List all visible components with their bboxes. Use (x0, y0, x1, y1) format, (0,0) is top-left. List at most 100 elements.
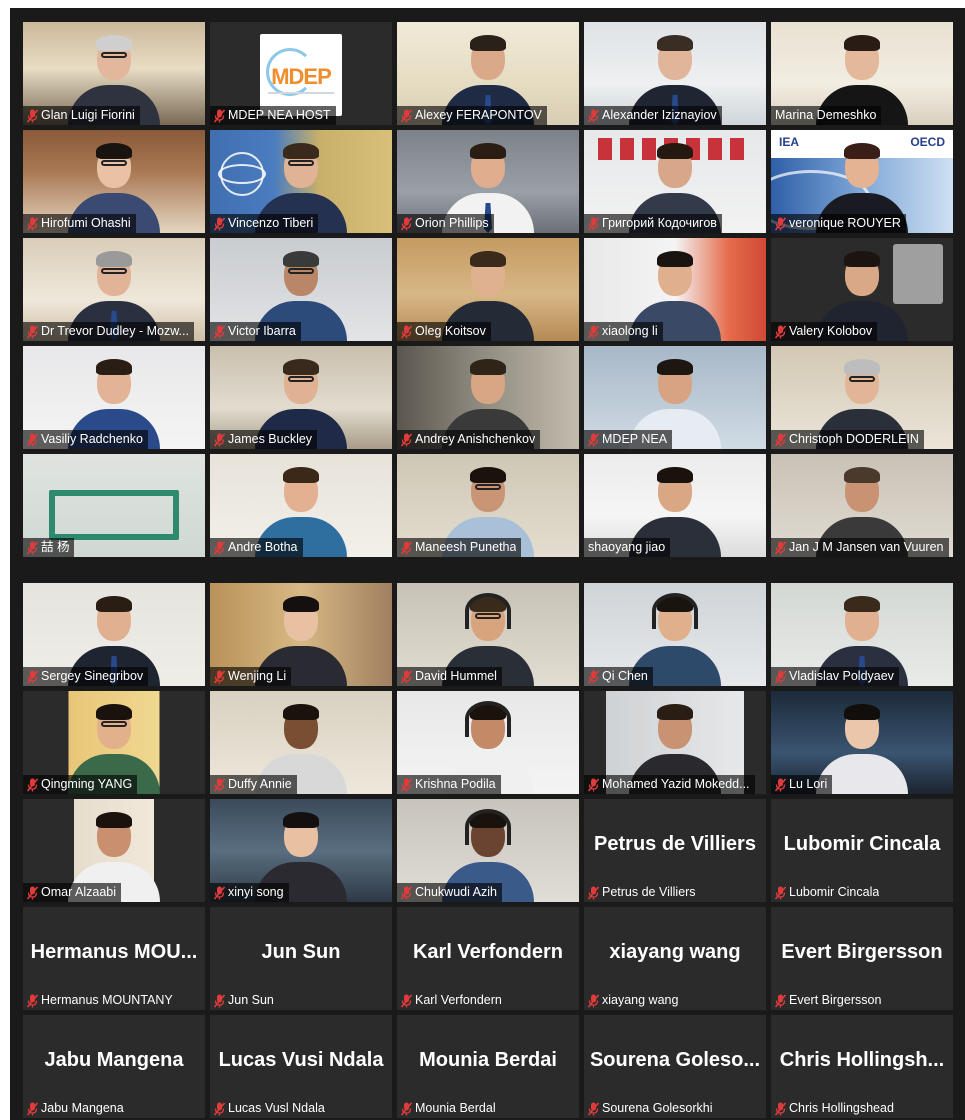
participant-tile-xinyi-song[interactable]: xinyi song (210, 799, 392, 902)
participant-tile-sergey-sinegribov[interactable]: Sergey Sinegribov (23, 583, 205, 686)
participant-tile-sourena-golesorkhi[interactable]: Sourena Goleso... Sourena Golesorkhi (584, 1015, 766, 1118)
participant-tile-mdep-nea-host[interactable]: MDEP MDEP NEA HOST (210, 22, 392, 125)
microphone-muted-icon (213, 777, 226, 792)
microphone-muted-icon (774, 777, 787, 792)
participant-tile-shaoyang-jiao[interactable]: shaoyang jiao (584, 454, 766, 557)
participant-tile-duffy-annie[interactable]: Duffy Annie (210, 691, 392, 794)
participant-display-name: Mounia Berdai (419, 1049, 557, 1071)
participant-tile-xiayang-wang[interactable]: xiayang wang xiayang wang (584, 907, 766, 1010)
participant-name-label: Hermanus MOUNTANY (23, 991, 178, 1010)
participant-tile-marina-demeshko[interactable]: Marina Demeshko (771, 22, 953, 125)
participant-name-label: Glan Luigi Fiorini (23, 106, 140, 125)
participant-display-name: Chris Hollingsh... (779, 1049, 945, 1071)
participant-name: Mohamed Yazid Mokedd... (602, 777, 750, 791)
participant-name-label: shaoyang jiao (584, 538, 671, 557)
participant-tile-andrey-anishchenkov[interactable]: Andrey Anishchenkov (397, 346, 579, 449)
headset (465, 809, 511, 846)
participant-tile-lucas-vusl-ndala[interactable]: Lucas Vusi Ndala Lucas Vusl Ndala (210, 1015, 392, 1118)
participant-tile-petrus-de-villiers[interactable]: Petrus de Villiers Petrus de Villiers (584, 799, 766, 902)
participant-tile-david-hummel[interactable]: David Hummel (397, 583, 579, 686)
participant-name-label: xiayang wang (584, 991, 683, 1010)
participant-name: Krishna Podila (415, 777, 496, 791)
microphone-muted-icon (774, 669, 787, 684)
microphone-muted-icon (26, 432, 39, 447)
participant-name-label: Vladislav Poldyaev (771, 667, 899, 686)
microphone-muted-icon (213, 216, 226, 231)
participant-tile-omar-alzaabi[interactable]: Omar Alzaabi (23, 799, 205, 902)
participant-tile-alexey-ferapontov[interactable]: Alexey FERAPONTOV (397, 22, 579, 125)
participant-display-name: Sourena Goleso... (589, 1049, 761, 1071)
participant-tile-glan-luigi-fiorini[interactable]: Glan Luigi Fiorini (23, 22, 205, 125)
participant-name: Vincenzo Tiberi (228, 216, 314, 230)
participant-tile-veronique-rouyer[interactable]: IEA OECD veronique ROUYER (771, 130, 953, 233)
microphone-muted-icon (26, 540, 39, 555)
participant-tile-orion-phillips[interactable]: Orion Phillips (397, 130, 579, 233)
participant-tile-qingming-yang[interactable]: Qingming YANG (23, 691, 205, 794)
participant-tile-lu-lori[interactable]: Lu Lori (771, 691, 953, 794)
participant-tile-wenjing-li[interactable]: Wenjing Li (210, 583, 392, 686)
participant-display-name: Petrus de Villiers (594, 833, 756, 855)
participant-tile-oleg-koitsov[interactable]: Oleg Koitsov (397, 238, 579, 341)
participant-tile-christoph-doderlein[interactable]: Christoph DODERLEIN (771, 346, 953, 449)
participant-tile-alexander-iziznayiov[interactable]: Alexander Iziznayiov (584, 22, 766, 125)
participant-tile-participant-top_grid-20[interactable]: 喆 杨 (23, 454, 205, 557)
participant-tile-andre-botha[interactable]: Andre Botha (210, 454, 392, 557)
participant-name-label: Jan J M Jansen van Vuuren (771, 538, 949, 557)
participant-tile-jan-j-m-jansen-van-vuuren[interactable]: Jan J M Jansen van Vuuren (771, 454, 953, 557)
glasses (101, 267, 127, 274)
participant-tile-vasiliy-radchenko[interactable]: Vasiliy Radchenko (23, 346, 205, 449)
microphone-muted-icon (400, 777, 413, 792)
participant-tile-lubomir-cincala[interactable]: Lubomir Cincala Lubomir Cincala (771, 799, 953, 902)
participant-tile-evert-birgersson[interactable]: Evert Birgersson Evert Birgersson (771, 907, 953, 1010)
participant-name: Lucas Vusl Ndala (228, 1101, 325, 1115)
microphone-muted-icon (26, 777, 39, 792)
participant-tile-maneesh-punetha[interactable]: Maneesh Punetha (397, 454, 579, 557)
participant-tile-karl-verfondern[interactable]: Karl Verfondern Karl Verfondern (397, 907, 579, 1010)
participant-tile-xiaolong-li[interactable]: xiaolong li (584, 238, 766, 341)
participant-name: Alexey FERAPONTOV (415, 108, 542, 122)
logo-subtitle-line (268, 92, 334, 106)
participant-tile-hermanus-mountany[interactable]: Hermanus MOU... Hermanus MOUNTANY (23, 907, 205, 1010)
participant-name-label: Qingming YANG (23, 775, 138, 794)
microphone-muted-icon (213, 885, 226, 900)
participant-name-label: Oleg Koitsov (397, 322, 491, 341)
participant-name: David Hummel (415, 669, 497, 683)
hair (283, 704, 319, 721)
participant-tile-krishna-podila[interactable]: Krishna Podila (397, 691, 579, 794)
participant-name-label: Christoph DODERLEIN (771, 430, 924, 449)
participant-tile-chris-hollingshead[interactable]: Chris Hollingsh... Chris Hollingshead (771, 1015, 953, 1118)
participant-tile-chukwudi-azih[interactable]: Chukwudi Azih (397, 799, 579, 902)
participant-name-label: 喆 杨 (23, 538, 75, 557)
participant-tile-vladislav-poldyaev[interactable]: Vladislav Poldyaev (771, 583, 953, 686)
participant-tile-mounia-berdal[interactable]: Mounia Berdai Mounia Berdal (397, 1015, 579, 1118)
microphone-muted-icon (26, 1101, 39, 1116)
participant-tile-victor-ibarra[interactable]: Victor Ibarra (210, 238, 392, 341)
participant-tile-mohamed-yazid-mokedd[interactable]: Mohamed Yazid Mokedd... (584, 691, 766, 794)
participant-tile-hirofumi-ohashi[interactable]: Hirofumi Ohashi (23, 130, 205, 233)
participant-name-label: Evert Birgersson (771, 991, 886, 1010)
participant-name-label: Wenjing Li (210, 667, 292, 686)
participant-name-label: MDEP NEA HOST (210, 106, 336, 125)
participant-name-label: Andrey Anishchenkov (397, 430, 541, 449)
participant-tile-valery-kolobov[interactable]: Valery Kolobov (771, 238, 953, 341)
participant-tile-dr-trevor-dudley-mozw[interactable]: Dr Trevor Dudley - Mozw... (23, 238, 205, 341)
participant-tile-qi-chen[interactable]: Qi Chen (584, 583, 766, 686)
participant-name-label: Lucas Vusl Ndala (210, 1099, 330, 1118)
participant-tile-james-buckley[interactable]: James Buckley (210, 346, 392, 449)
microphone-muted-icon (26, 669, 39, 684)
participant-tile-jun-sun[interactable]: Jun Sun Jun Sun (210, 907, 392, 1010)
participant-tile-participant-top_grid-8[interactable]: Григорий Кодочигов (584, 130, 766, 233)
participant-name: shaoyang jiao (588, 540, 666, 554)
participant-tile-mdep-nea[interactable]: MDEP NEA (584, 346, 766, 449)
participant-name: Petrus de Villiers (602, 885, 696, 899)
microphone-muted-icon (587, 1101, 600, 1116)
participant-name-label: Jun Sun (210, 991, 279, 1010)
hair (470, 251, 506, 268)
microphone-muted-icon (400, 885, 413, 900)
participant-name: Lubomir Cincala (789, 885, 880, 899)
participant-tile-jabu-mangena[interactable]: Jabu Mangena Jabu Mangena (23, 1015, 205, 1118)
participant-name: Vasiliy Radchenko (41, 432, 143, 446)
hair (96, 35, 132, 52)
participant-tile-vincenzo-tiberi[interactable]: Vincenzo Tiberi (210, 130, 392, 233)
participant-name-label: Mounia Berdal (397, 1099, 501, 1118)
